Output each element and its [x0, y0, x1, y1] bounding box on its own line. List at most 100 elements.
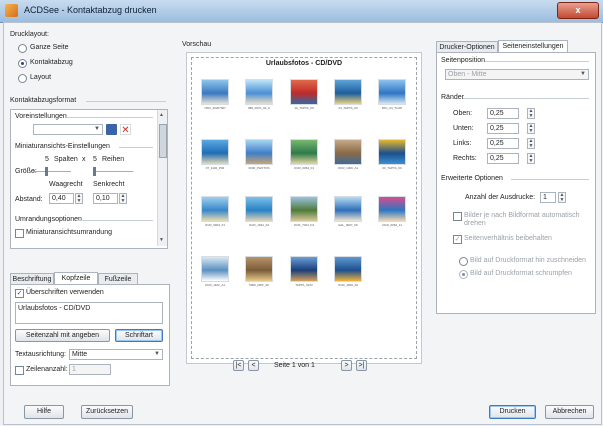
margin-input[interactable]: 0,25	[487, 108, 519, 119]
thumbnail-caption: OCR_1031_F2	[248, 224, 270, 227]
rows-slider-track	[93, 171, 133, 172]
margins-label: Ränder	[441, 94, 464, 101]
checkbox-icon[interactable]	[453, 212, 462, 221]
thumbnail-image	[201, 256, 229, 282]
margin-spin-icon[interactable]: ▲ ▼	[527, 138, 535, 149]
thumbnail-image	[334, 256, 362, 282]
vertical-spacing-input[interactable]: 0,10	[93, 193, 118, 204]
tab-caption[interactable]: Beschriftung	[10, 273, 54, 284]
next-page-button[interactable]: >	[341, 360, 352, 371]
help-button[interactable]: Hilfe	[24, 405, 64, 419]
format-settings-panel: Voreinstellungen ▼ ✕ Miniaturansichts-Ei…	[10, 109, 168, 249]
margin-spin-icon[interactable]: ▲ ▼	[527, 123, 535, 134]
thumbnail-caption: EAL_0007_00	[338, 224, 358, 227]
thumbnail-caption: OCR_7024_D1	[293, 224, 315, 227]
window-title: ACDSee - Kontaktabzug drucken	[24, 5, 157, 15]
preset-select[interactable]: ▼	[33, 124, 103, 135]
panel-scrollbar[interactable]: ▲ ▼	[157, 110, 167, 246]
checkbox-icon[interactable]	[15, 366, 24, 375]
keep-ratio-label: Seitenverhältnis beibehalten	[464, 235, 552, 242]
thumbnail-image	[201, 139, 229, 165]
thumbnail-image	[290, 196, 318, 222]
horizontal-spacing-input[interactable]: 0,40	[49, 193, 74, 204]
margin-label: Links:	[453, 140, 472, 147]
margin-spin-icon[interactable]: ▲ ▼	[527, 108, 535, 119]
horizontal-spin-icon[interactable]: ▲ ▼	[75, 193, 83, 204]
thumbnail-image	[290, 139, 318, 165]
group-divider	[485, 61, 589, 62]
rows-label: Reihen	[102, 156, 125, 163]
thumbnail-image	[245, 139, 273, 165]
thumbnail-caption: 5000_MPF_00	[249, 284, 269, 287]
margin-label: Oben:	[453, 110, 473, 117]
close-window-button[interactable]: x	[557, 2, 599, 19]
crop-to-fit-label: Bild auf Druckformat hin zuschneiden	[470, 257, 586, 264]
first-page-button[interactable]: |<	[233, 360, 244, 371]
header-text-input[interactable]: Urlaubsfotos - CD/DVD	[15, 302, 163, 324]
page-position-select[interactable]: Oben - Mitte ▼	[445, 69, 589, 80]
checkbox-icon[interactable]	[15, 229, 24, 238]
scrollbar-thumb[interactable]	[159, 124, 167, 158]
margin-spin-icon[interactable]: ▲ ▼	[527, 153, 535, 164]
thumbnail-image	[245, 196, 273, 222]
thumbnail-image	[334, 139, 362, 165]
rows-value: 5	[93, 156, 97, 163]
thumbnail-caption: PAC_04_TCAP	[381, 107, 403, 110]
border-options-label: Umrandungsoptionen	[15, 216, 82, 223]
print-layout-label: Drucklayout:	[10, 31, 49, 38]
tab-footer[interactable]: Fußzeile	[98, 273, 138, 284]
margin-input[interactable]: 0,25	[487, 153, 519, 164]
radio-selected-icon[interactable]	[18, 59, 27, 68]
columns-slider-thumb[interactable]	[45, 167, 48, 176]
layout-option-label: Layout	[30, 74, 52, 81]
text-align-value: Mitte	[72, 351, 88, 358]
radio-icon[interactable]	[459, 257, 468, 266]
tab-header[interactable]: Kopfzeile	[54, 272, 98, 284]
margin-input[interactable]: 0,25	[487, 123, 519, 134]
acdsee-app-icon	[5, 4, 18, 17]
font-button[interactable]: Schriftart	[115, 329, 163, 342]
radio-icon[interactable]	[18, 74, 27, 83]
delete-preset-icon[interactable]: ✕	[120, 124, 131, 136]
rows-slider-thumb[interactable]	[93, 167, 96, 176]
preview-page-title: Urlaubsfotos - CD/DVD	[265, 60, 343, 67]
checkbox-checked-icon[interactable]: ✓	[15, 289, 24, 298]
tab-printer-options[interactable]: Drucker-Optionen	[436, 41, 498, 52]
chevron-down-icon: ▼	[580, 71, 586, 77]
save-preset-icon[interactable]	[106, 124, 117, 135]
checkbox-checked-icon[interactable]: ✓	[453, 235, 462, 244]
thumbnail-image	[334, 196, 362, 222]
thumbnail-settings-label: Miniaturansichts-Einstellungen	[15, 143, 110, 150]
copies-label: Anzahl der Ausdrucke:	[465, 194, 536, 201]
layout-option-label: Kontaktabzug	[30, 59, 73, 66]
group-divider	[119, 147, 153, 148]
last-page-button[interactable]: >|	[356, 360, 367, 371]
reset-button[interactable]: Zurücksetzen	[81, 405, 133, 419]
thumbnail-caption: 7304_30207007	[204, 107, 226, 110]
vertical-spin-icon[interactable]: ▲ ▼	[119, 193, 127, 204]
auto-rotate-label: Bilder je nach Bildformat automatisch dr…	[464, 212, 580, 227]
text-align-select[interactable]: Mitte ▼	[69, 349, 163, 360]
cancel-button[interactable]: Abbrechen	[545, 405, 594, 419]
copies-spin-icon[interactable]: ▲ ▼	[558, 192, 566, 203]
radio-selected-icon[interactable]	[459, 270, 468, 279]
margin-label: Unten:	[453, 125, 474, 132]
text-align-label: Textausrichtung:	[15, 351, 66, 358]
group-divider	[86, 101, 166, 102]
copies-input[interactable]: 1	[540, 192, 556, 203]
vertical-label: Senkrecht	[93, 181, 125, 188]
chevron-down-icon: ▼	[154, 351, 160, 357]
scroll-up-icon[interactable]: ▲	[159, 112, 164, 118]
scroll-down-icon[interactable]: ▼	[159, 237, 164, 243]
line-count-input[interactable]: 1	[69, 364, 111, 375]
use-headers-label: Überschriften verwenden	[26, 289, 104, 296]
tab-page-settings[interactable]: Seiteneinstellungen	[498, 40, 568, 52]
margin-input[interactable]: 0,25	[487, 138, 519, 149]
preview-label: Vorschau	[182, 41, 212, 48]
print-button[interactable]: Drucken	[489, 405, 536, 419]
radio-icon[interactable]	[18, 44, 27, 53]
add-page-number-button[interactable]: Seitenzahl mit angeben	[15, 329, 110, 342]
thumbnail-caption: OCR_0904_F1	[204, 224, 226, 227]
thumbnail-caption: 086_0070_02_A	[247, 107, 271, 110]
previous-page-button[interactable]: <	[248, 360, 259, 371]
